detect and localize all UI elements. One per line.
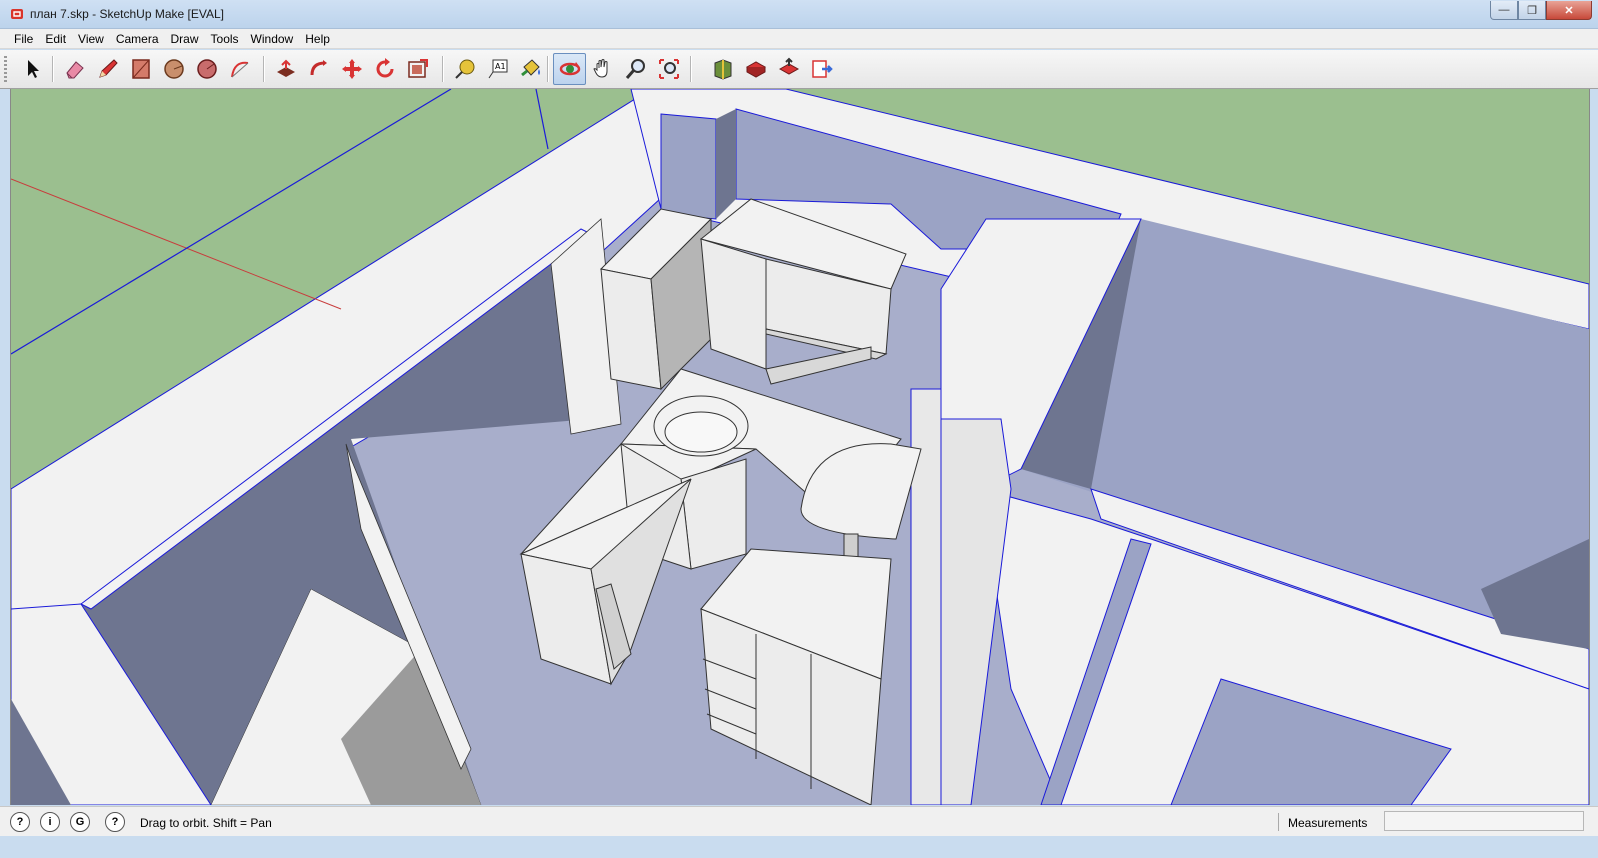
offset-tool-button[interactable] [401, 53, 434, 85]
credits-icon[interactable]: i [40, 812, 60, 832]
get-models-icon [745, 61, 766, 78]
toolbar-separator [690, 56, 692, 82]
toolbar-group-warehouse [706, 53, 838, 85]
send-to-layout-button[interactable] [805, 53, 838, 85]
menu-tools[interactable]: Tools [205, 29, 245, 49]
zoom-extents-tool-button[interactable] [652, 53, 685, 85]
rotate-icon [376, 58, 393, 78]
polygon-icon [196, 59, 217, 79]
polygon-tool-button[interactable] [190, 53, 223, 85]
orbit-icon [559, 62, 580, 76]
toolbar-separator [52, 56, 54, 82]
follow-me-tool-button[interactable] [302, 53, 335, 85]
paint-bucket-tool-button[interactable] [514, 53, 547, 85]
select-icon [27, 60, 39, 78]
circle-icon [163, 59, 184, 79]
get-models-button[interactable] [739, 53, 772, 85]
menu-file[interactable]: File [8, 29, 39, 49]
geo-location-icon[interactable]: ? [10, 812, 30, 832]
zoom-extents-icon [658, 59, 679, 79]
move-icon [341, 59, 362, 79]
sink-cabinet-front [680, 458, 747, 570]
arc-tool-button[interactable] [223, 53, 256, 85]
toolbar-separator [442, 56, 444, 82]
push-pull-icon [276, 59, 295, 77]
main-toolbar: A1 [0, 50, 1598, 89]
move-tool-button[interactable] [335, 53, 368, 85]
toolbar-group-construction: A1 [448, 53, 547, 85]
orbit-tool-button[interactable] [553, 53, 586, 85]
close-button[interactable]: ✕ [1546, 1, 1592, 20]
status-bar: ? i G ? Drag to orbit. Shift = Pan Measu… [0, 806, 1598, 837]
rectangle-tool-button[interactable] [124, 53, 157, 85]
toolbar-group-camera [553, 53, 685, 85]
paint-bucket-icon [520, 59, 540, 77]
toolbar-group-modify [269, 53, 434, 85]
eraser-icon [65, 61, 84, 79]
3d-warehouse-icon [714, 59, 731, 80]
measurements-input[interactable] [1384, 811, 1584, 831]
back-wall-segment-1 [660, 113, 717, 220]
status-hint: Drag to orbit. Shift = Pan [140, 816, 272, 830]
window-bottom-border [0, 836, 1598, 858]
menu-window[interactable]: Window [245, 29, 300, 49]
model-viewport[interactable] [10, 89, 1590, 805]
arc-icon [230, 61, 248, 78]
menu-edit[interactable]: Edit [39, 29, 72, 49]
window-title: план 7.skp - SketchUp Make [EVAL] [30, 7, 224, 21]
minimize-button[interactable]: — [1490, 1, 1518, 20]
share-model-icon [778, 57, 799, 75]
toolbar-grip[interactable] [4, 56, 7, 82]
tape-measure-icon [454, 59, 474, 79]
help-icon[interactable]: ? [105, 812, 125, 832]
3d-warehouse-button[interactable] [706, 53, 739, 85]
text-tool-button[interactable]: A1 [481, 53, 514, 85]
pan-icon [592, 59, 607, 78]
toolbar-separator [263, 56, 265, 82]
sign-in-icon[interactable]: G [70, 812, 90, 832]
offset-icon [407, 59, 428, 78]
push-pull-tool-button[interactable] [269, 53, 302, 85]
eraser-tool-button[interactable] [58, 53, 91, 85]
follow-me-icon [310, 60, 327, 76]
toolbar-separator [547, 56, 549, 82]
model-scene [11, 89, 1589, 805]
status-divider [1278, 813, 1279, 831]
zoom-tool-button[interactable] [619, 53, 652, 85]
window-controls: — ❐ ✕ [1490, 1, 1592, 21]
menu-help[interactable]: Help [299, 29, 336, 49]
menu-draw[interactable]: Draw [165, 29, 205, 49]
menu-camera[interactable]: Camera [110, 29, 165, 49]
pencil-icon [98, 59, 118, 78]
sink-basin [664, 411, 738, 453]
maximize-button[interactable]: ❐ [1518, 1, 1546, 20]
toolbar-group-select [16, 53, 49, 85]
share-model-button[interactable] [772, 53, 805, 85]
pencil-tool-button[interactable] [91, 53, 124, 85]
text-icon: A1 [488, 59, 507, 79]
select-tool-button[interactable] [16, 53, 49, 85]
pan-tool-button[interactable] [586, 53, 619, 85]
tape-measure-tool-button[interactable] [448, 53, 481, 85]
title-bar: план 7.skp - SketchUp Make [EVAL] — ❐ ✕ [0, 0, 1598, 29]
rotate-tool-button[interactable] [368, 53, 401, 85]
svg-text:A1: A1 [495, 62, 506, 71]
menu-view[interactable]: View [72, 29, 110, 49]
toolbar-group-draw [58, 53, 256, 85]
rectangle-icon [131, 59, 150, 79]
zoom-icon [625, 59, 645, 79]
menu-bar: File Edit View Camera Draw Tools Window … [0, 29, 1598, 49]
measurements-label: Measurements [1288, 816, 1368, 830]
circle-tool-button[interactable] [157, 53, 190, 85]
sketchup-app-icon [11, 9, 23, 19]
send-to-layout-icon [811, 60, 833, 78]
